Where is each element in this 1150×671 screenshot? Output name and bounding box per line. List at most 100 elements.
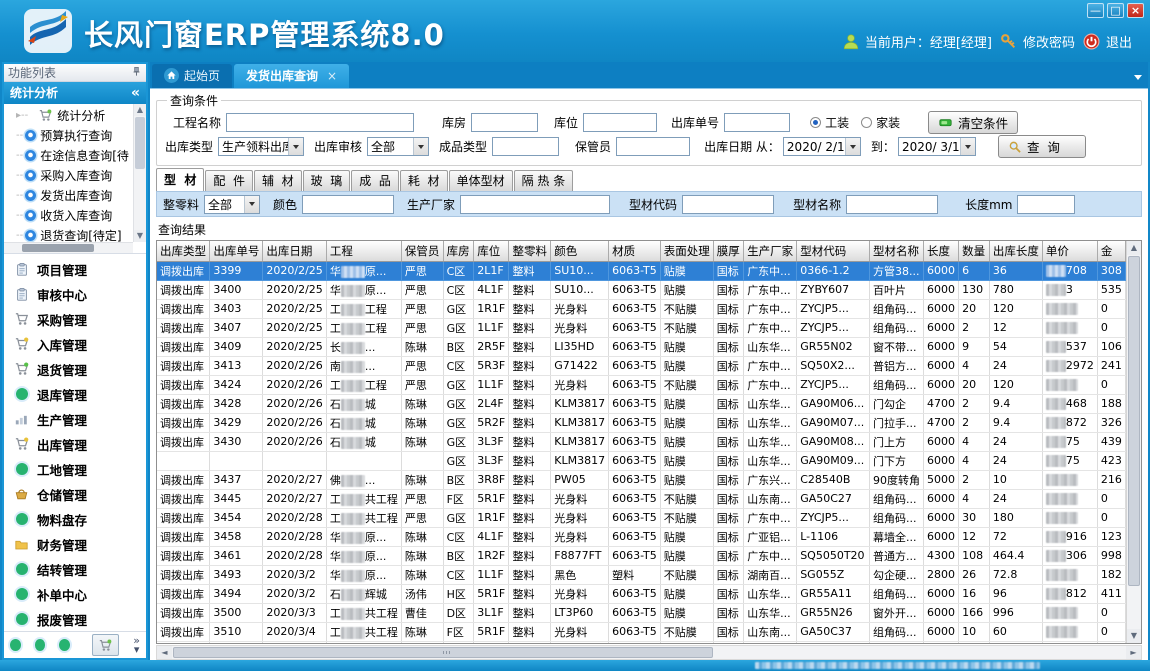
material-tab-2[interactable]: 辅 材	[254, 170, 302, 191]
sidebar-item-结转管理[interactable]: 结转管理	[4, 557, 146, 582]
logout-link[interactable]: 退出	[1083, 32, 1132, 51]
table-row[interactable]: 调拨出库34542020/2/28工共工程严思G区1R1F整料光身料6063-T…	[157, 508, 1126, 527]
tab-home[interactable]: 起始页	[152, 64, 232, 88]
tree-item[interactable]: -- 采购入库查询	[6, 166, 132, 186]
material-tab-4[interactable]: 成 品	[351, 170, 399, 191]
table-row[interactable]: 调拨出库35102020/3/4工共工程陈琳F区5R1F整料光身料6063-T5…	[157, 622, 1126, 641]
column-header[interactable]: 生产厂家	[744, 241, 797, 261]
scroll-thumb[interactable]	[173, 647, 713, 658]
table-row[interactable]: 调拨出库34092020/2/25长...陈琳B区2R5F整料LI35HD606…	[157, 337, 1126, 356]
column-header[interactable]: 出库单号	[210, 241, 263, 261]
radio-homewear[interactable]: 家装	[861, 114, 900, 131]
more-modules-button[interactable]: »▾	[133, 636, 140, 654]
column-header[interactable]: 整零料	[509, 241, 551, 261]
scroll-thumb[interactable]	[22, 244, 94, 252]
sidebar-item-仓储管理[interactable]: 仓储管理	[4, 482, 146, 507]
column-header[interactable]: 单价	[1042, 241, 1097, 261]
out-type-select[interactable]: 生产领料出库	[218, 137, 304, 156]
grid-vertical-scrollbar[interactable]: ▲ ▼	[1126, 241, 1141, 643]
name-input[interactable]	[846, 195, 938, 214]
sidebar-item-生产管理[interactable]: 生产管理	[4, 407, 146, 432]
column-header[interactable]: 数量	[959, 241, 990, 261]
sidebar-item-财务管理[interactable]: 财务管理	[4, 532, 146, 557]
table-row[interactable]: 调拨出库34032020/2/25工工程严思G区1R1F整料光身料6063-T5…	[157, 299, 1126, 318]
table-row[interactable]: 调拨出库34452020/2/27工共工程严思F区5R1F整料光身料6063-T…	[157, 489, 1126, 508]
collapse-icon[interactable]: «	[131, 85, 140, 101]
minimize-button[interactable]: —	[1087, 3, 1104, 18]
column-header[interactable]: 工程	[326, 241, 401, 261]
table-row[interactable]: 调拨出库35002020/3/3工共工程曹佳D区3L1F整料LT3P606063…	[157, 603, 1126, 622]
table-row[interactable]: 调拨出库34372020/2/27佛...陈琳B区3R8F整料PW056063-…	[157, 470, 1126, 489]
tree-item[interactable]: -- 预算执行查询	[6, 126, 132, 146]
table-row[interactable]: 调拨出库34582020/2/28华原...陈琳C区4L1F整料光身料6063-…	[157, 527, 1126, 546]
column-header[interactable]: 保管员	[401, 241, 443, 261]
scroll-left-icon[interactable]: ◄	[157, 646, 172, 659]
clear-conditions-button[interactable]: 清空条件	[928, 111, 1018, 134]
column-header[interactable]: 型材名称	[870, 241, 924, 261]
material-tab-3[interactable]: 玻 璃	[303, 170, 351, 191]
module-dot-icon[interactable]	[10, 639, 21, 651]
audit-select[interactable]: 全部	[367, 137, 429, 156]
column-header[interactable]: 出库日期	[263, 241, 326, 261]
column-header[interactable]: 库位	[474, 241, 509, 261]
table-row[interactable]: 调拨出库34132020/2/26南...严思C区5R3F整料G71422606…	[157, 356, 1126, 375]
sidebar-item-入库管理[interactable]: 入库管理	[4, 332, 146, 357]
table-row[interactable]: 调拨出库34282020/2/26石城陈琳G区2L4F整料KLM38176063…	[157, 394, 1126, 413]
code-input[interactable]	[682, 195, 774, 214]
product-type-input[interactable]	[492, 137, 559, 156]
project-name-input[interactable]	[226, 113, 414, 132]
tree-item[interactable]: -- 退货查询[待定]	[6, 226, 132, 242]
table-row[interactable]: 调拨出库33992020/2/25华原...严思C区2L1F整料SU10...6…	[157, 261, 1126, 280]
tree-item[interactable]: -- 在途信息查询[待	[6, 146, 132, 166]
scroll-thumb[interactable]	[135, 117, 145, 169]
cart-module-button[interactable]	[92, 634, 119, 656]
change-password-link[interactable]: 修改密码	[1000, 32, 1075, 51]
pin-icon[interactable]	[131, 66, 142, 80]
column-header[interactable]: 材质	[609, 241, 661, 261]
sidebar-item-报废管理[interactable]: 报废管理	[4, 607, 146, 631]
tab-shipment-outbound-query[interactable]: 发货出库查询 ×	[234, 64, 349, 88]
tree-root[interactable]: ▸-- 统计分析	[6, 106, 132, 126]
column-header[interactable]: 表面处理	[660, 241, 713, 261]
scroll-right-icon[interactable]: ►	[1126, 646, 1141, 659]
maximize-button[interactable]: □	[1107, 3, 1124, 18]
table-row[interactable]: 调拨出库34242020/2/26工工程严思G区1L1F整料光身料6063-T5…	[157, 375, 1126, 394]
tree-vertical-scrollbar[interactable]: ▲ ▼	[133, 104, 146, 242]
material-tab-7[interactable]: 隔 热 条	[514, 170, 574, 191]
scroll-up-icon[interactable]: ▲	[134, 104, 146, 116]
date-from-picker[interactable]: 2020/ 2/16	[783, 137, 861, 156]
table-row[interactable]: 调拨出库34932020/3/2华原...陈琳C区1L1F整料黑色塑料不贴膜国标…	[157, 565, 1126, 584]
radio-workwear[interactable]: 工装	[810, 114, 849, 131]
table-row[interactable]: 调拨出库34002020/2/25华原...严思C区4L1F整料SU10...6…	[157, 280, 1126, 299]
color-input[interactable]	[302, 195, 394, 214]
module-dot-icon[interactable]	[35, 639, 46, 651]
material-tab-5[interactable]: 耗 材	[400, 170, 448, 191]
table-row[interactable]: 调拨出库34612020/2/28华原...陈琳B区1R2F整料F8877FT6…	[157, 546, 1126, 565]
part-select[interactable]: 全部	[204, 195, 260, 214]
material-tab-1[interactable]: 配 件	[205, 170, 253, 191]
sidebar-item-工地管理[interactable]: 工地管理	[4, 457, 146, 482]
column-header[interactable]: 金	[1097, 241, 1125, 261]
sidebar-group-statistics[interactable]: 统计分析 «	[4, 82, 146, 104]
sidebar-item-采购管理[interactable]: 采购管理	[4, 307, 146, 332]
keeper-input[interactable]	[616, 137, 690, 156]
tree-item[interactable]: -- 发货出库查询	[6, 186, 132, 206]
date-to-picker[interactable]: 2020/ 3/16	[898, 137, 976, 156]
tree-item[interactable]: -- 收货入库查询	[6, 206, 132, 226]
material-tab-6[interactable]: 单体型材	[449, 170, 513, 191]
table-row[interactable]: 调拨出库34292020/2/26石城陈琳G区5R2F整料KLM38176063…	[157, 413, 1126, 432]
grid-horizontal-scrollbar[interactable]: ◄ ►	[156, 645, 1142, 660]
order-no-input[interactable]	[724, 113, 790, 132]
column-header[interactable]: 库房	[443, 241, 474, 261]
close-tab-icon[interactable]: ×	[327, 69, 337, 83]
tree-expander-icon[interactable]: ▸--	[16, 110, 28, 121]
column-header[interactable]: 长度	[924, 241, 959, 261]
scroll-thumb[interactable]	[1128, 256, 1140, 586]
sidebar-item-物料盘存[interactable]: 物料盘存	[4, 507, 146, 532]
warehouse-input[interactable]	[471, 113, 538, 132]
factory-input[interactable]	[460, 195, 610, 214]
table-row[interactable]: 调拨出库34072020/2/25工工程严思G区1L1F整料光身料6063-T5…	[157, 318, 1126, 337]
sidebar-item-项目管理[interactable]: 项目管理	[4, 257, 146, 282]
table-row[interactable]: G区3L3F整料KLM38176063-T5贴膜国标山东华...GA90M09.…	[157, 451, 1126, 470]
scroll-down-icon[interactable]: ▼	[134, 230, 146, 242]
